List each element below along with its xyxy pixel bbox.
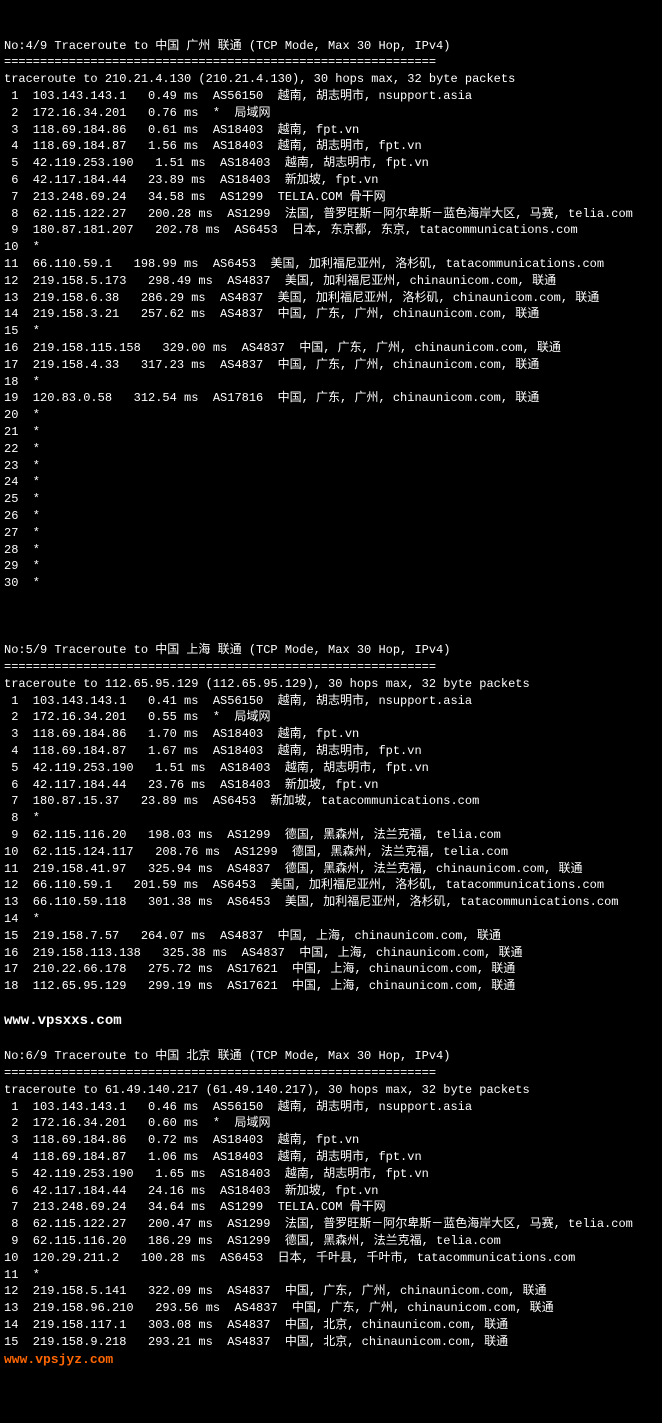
trace5-title: No:5/9 Traceroute to 中国 上海 联通 (TCP Mode,… [4, 642, 662, 659]
hop-line: 4 118.69.184.87 1.67 ms AS18403 越南, 胡志明市… [4, 743, 662, 760]
hop-line: 5 42.119.253.190 1.51 ms AS18403 越南, 胡志明… [4, 155, 662, 172]
hop-line: 9 62.115.116.20 186.29 ms AS1299 德国, 黑森州… [4, 1233, 662, 1250]
trace6-title: No:6/9 Traceroute to 中国 北京 联通 (TCP Mode,… [4, 1048, 662, 1065]
hop-line: 6 42.117.184.44 24.16 ms AS18403 新加坡, fp… [4, 1183, 662, 1200]
watermark-vpsjyz: www.vpsjyz.com [4, 1351, 662, 1369]
hop-line: 10 120.29.211.2 100.28 ms AS6453 日本, 千叶县… [4, 1250, 662, 1267]
hop-line: 29 * [4, 558, 662, 575]
hop-line: 19 120.83.0.58 312.54 ms AS17816 中国, 广东,… [4, 390, 662, 407]
hop-line: 15 219.158.9.218 293.21 ms AS4837 中国, 北京… [4, 1334, 662, 1351]
hop-line: 7 213.248.69.24 34.64 ms AS1299 TELIA.CO… [4, 1199, 662, 1216]
hop-line: 11 * [4, 1267, 662, 1284]
trace6-divider: ========================================… [4, 1065, 662, 1082]
hop-line: 5 42.119.253.190 1.51 ms AS18403 越南, 胡志明… [4, 760, 662, 777]
hop-line: 28 * [4, 542, 662, 559]
hop-line: 14 219.158.117.1 303.08 ms AS4837 中国, 北京… [4, 1317, 662, 1334]
hop-line: 20 * [4, 407, 662, 424]
hop-line: 12 66.110.59.1 201.59 ms AS6453 美国, 加利福尼… [4, 877, 662, 894]
hop-line: 15 219.158.7.57 264.07 ms AS4837 中国, 上海,… [4, 928, 662, 945]
trace6-header: traceroute to 61.49.140.217 (61.49.140.2… [4, 1082, 662, 1099]
hop-line: 12 219.158.5.141 322.09 ms AS4837 中国, 广东… [4, 1283, 662, 1300]
hop-line: 6 42.117.184.44 23.76 ms AS18403 新加坡, fp… [4, 777, 662, 794]
hop-line: 8 62.115.122.27 200.47 ms AS1299 法国, 普罗旺… [4, 1216, 662, 1233]
trace4-hops: 1 103.143.143.1 0.49 ms AS56150 越南, 胡志明市… [4, 88, 662, 592]
hop-line: 7 213.248.69.24 34.58 ms AS1299 TELIA.CO… [4, 189, 662, 206]
hop-line: 9 62.115.116.20 198.03 ms AS1299 德国, 黑森州… [4, 827, 662, 844]
hop-line: 10 62.115.124.117 208.76 ms AS1299 德国, 黑… [4, 844, 662, 861]
hop-line: 13 219.158.6.38 286.29 ms AS4837 美国, 加利福… [4, 290, 662, 307]
hop-line: 2 172.16.34.201 0.60 ms * 局域网 [4, 1115, 662, 1132]
hop-line: 22 * [4, 441, 662, 458]
hop-line: 13 66.110.59.118 301.38 ms AS6453 美国, 加利… [4, 894, 662, 911]
hop-line: 14 219.158.3.21 257.62 ms AS4837 中国, 广东,… [4, 306, 662, 323]
hop-line: 2 172.16.34.201 0.55 ms * 局域网 [4, 709, 662, 726]
hop-line: 5 42.119.253.190 1.65 ms AS18403 越南, 胡志明… [4, 1166, 662, 1183]
hop-line: 1 103.143.143.1 0.46 ms AS56150 越南, 胡志明市… [4, 1099, 662, 1116]
hop-line: 8 * [4, 810, 662, 827]
trace4-divider: ========================================… [4, 54, 662, 71]
hop-line: 10 * [4, 239, 662, 256]
hop-line: 27 * [4, 525, 662, 542]
hop-line: 11 219.158.41.97 325.94 ms AS4837 德国, 黑森… [4, 861, 662, 878]
hop-line: 11 66.110.59.1 198.99 ms AS6453 美国, 加利福尼… [4, 256, 662, 273]
trace5-divider: ========================================… [4, 659, 662, 676]
hop-line: 26 * [4, 508, 662, 525]
hop-line: 2 172.16.34.201 0.76 ms * 局域网 [4, 105, 662, 122]
hop-line: 9 180.87.181.207 202.78 ms AS6453 日本, 东京… [4, 222, 662, 239]
hop-line: 15 * [4, 323, 662, 340]
trace5-header: traceroute to 112.65.95.129 (112.65.95.1… [4, 676, 662, 693]
hop-line: 21 * [4, 424, 662, 441]
hop-line: 14 * [4, 911, 662, 928]
hop-line: 1 103.143.143.1 0.41 ms AS56150 越南, 胡志明市… [4, 693, 662, 710]
hop-line: 30 * [4, 575, 662, 592]
watermark-vpsxxs: www.vpsxxs.com [4, 1012, 662, 1032]
hop-line: 4 118.69.184.87 1.06 ms AS18403 越南, 胡志明市… [4, 1149, 662, 1166]
hop-line: 18 112.65.95.129 299.19 ms AS17621 中国, 上… [4, 978, 662, 995]
hop-line: 24 * [4, 474, 662, 491]
hop-line: 3 118.69.184.86 0.61 ms AS18403 越南, fpt.… [4, 122, 662, 139]
hop-line: 13 219.158.96.210 293.56 ms AS4837 中国, 广… [4, 1300, 662, 1317]
trace5-hops: 1 103.143.143.1 0.41 ms AS56150 越南, 胡志明市… [4, 693, 662, 995]
hop-line: 23 * [4, 458, 662, 475]
hop-line: 1 103.143.143.1 0.49 ms AS56150 越南, 胡志明市… [4, 88, 662, 105]
terminal-output: No:4/9 Traceroute to 中国 广州 联通 (TCP Mode,… [4, 38, 662, 1369]
hop-line: 4 118.69.184.87 1.56 ms AS18403 越南, 胡志明市… [4, 138, 662, 155]
trace6-hops: 1 103.143.143.1 0.46 ms AS56150 越南, 胡志明市… [4, 1099, 662, 1351]
trace4-header: traceroute to 210.21.4.130 (210.21.4.130… [4, 71, 662, 88]
hop-line: 7 180.87.15.37 23.89 ms AS6453 新加坡, tata… [4, 793, 662, 810]
hop-line: 25 * [4, 491, 662, 508]
hop-line: 17 210.22.66.178 275.72 ms AS17621 中国, 上… [4, 961, 662, 978]
trace4-title: No:4/9 Traceroute to 中国 广州 联通 (TCP Mode,… [4, 38, 662, 55]
hop-line: 12 219.158.5.173 298.49 ms AS4837 美国, 加利… [4, 273, 662, 290]
hop-line: 16 219.158.113.138 325.38 ms AS4837 中国, … [4, 945, 662, 962]
hop-line: 3 118.69.184.86 1.70 ms AS18403 越南, fpt.… [4, 726, 662, 743]
hop-line: 16 219.158.115.158 329.00 ms AS4837 中国, … [4, 340, 662, 357]
hop-line: 18 * [4, 374, 662, 391]
hop-line: 8 62.115.122.27 200.28 ms AS1299 法国, 普罗旺… [4, 206, 662, 223]
hop-line: 17 219.158.4.33 317.23 ms AS4837 中国, 广东,… [4, 357, 662, 374]
hop-line: 3 118.69.184.86 0.72 ms AS18403 越南, fpt.… [4, 1132, 662, 1149]
hop-line: 6 42.117.184.44 23.89 ms AS18403 新加坡, fp… [4, 172, 662, 189]
